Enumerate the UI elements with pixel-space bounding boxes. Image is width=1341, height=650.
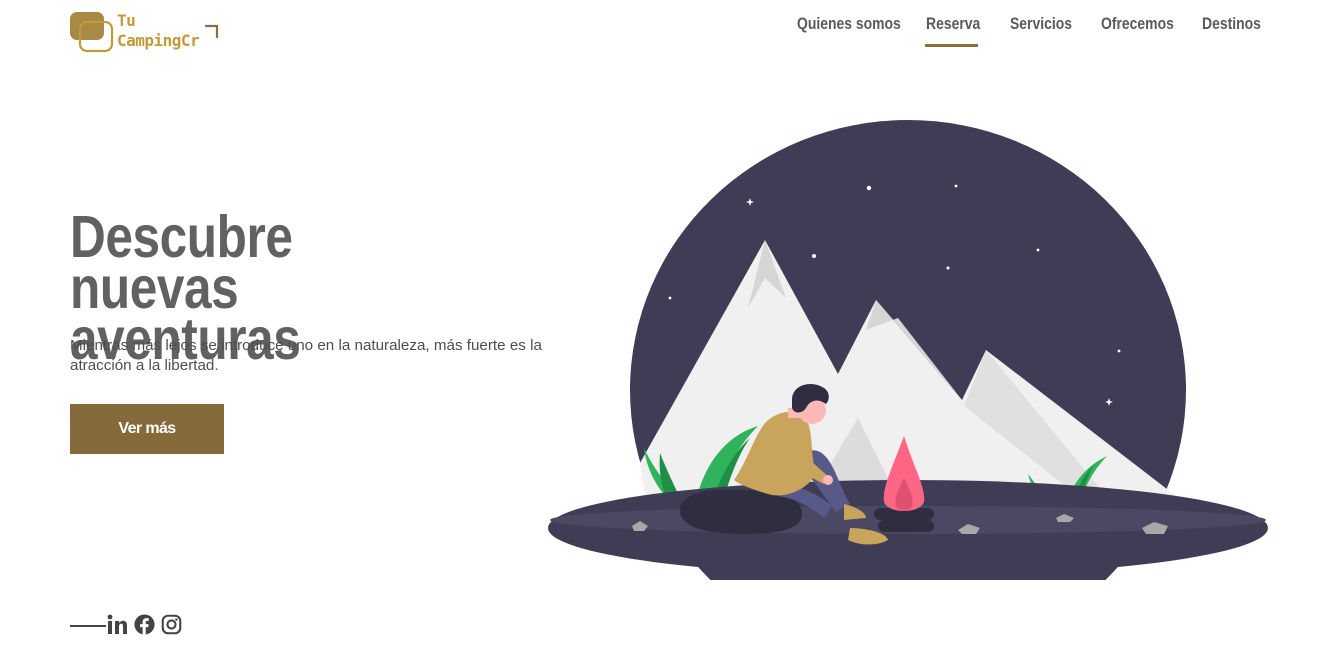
brand-logo[interactable]: Tu CampingCr: [70, 10, 225, 56]
brand-line-2: CampingCr: [117, 31, 200, 50]
nav-servicios[interactable]: Servicios: [1010, 14, 1072, 34]
nav-ofrecemos[interactable]: Ofrecemos: [1101, 14, 1174, 34]
social-divider: [70, 625, 106, 627]
brand-name: Tu CampingCr: [117, 11, 200, 51]
hero-subtitle-line-2: atracción a la libertad.: [70, 357, 219, 374]
hero-subtitle-line-1: Mientras más lejos se introduce uno en l…: [70, 337, 542, 354]
nav-quienes-somos[interactable]: Quienes somos: [797, 14, 901, 34]
hero-subtitle: Mientras más lejos se introduce uno en l…: [70, 336, 570, 376]
camping-illustration: [548, 120, 1268, 580]
hero-title-line-1: Descubre nuevas: [70, 204, 293, 321]
brand-line-1: Tu: [117, 11, 136, 30]
linkedin-icon[interactable]: [107, 614, 127, 635]
logo-mark-icon: [70, 12, 114, 53]
corner-bracket-icon: [205, 24, 219, 38]
ver-mas-button[interactable]: Ver más: [70, 404, 224, 454]
nav-destinos[interactable]: Destinos: [1202, 14, 1261, 34]
facebook-icon[interactable]: [134, 614, 155, 635]
nav-reserva[interactable]: Reserva: [926, 14, 980, 34]
nav-active-underline: [925, 44, 978, 47]
instagram-icon[interactable]: [161, 614, 182, 635]
